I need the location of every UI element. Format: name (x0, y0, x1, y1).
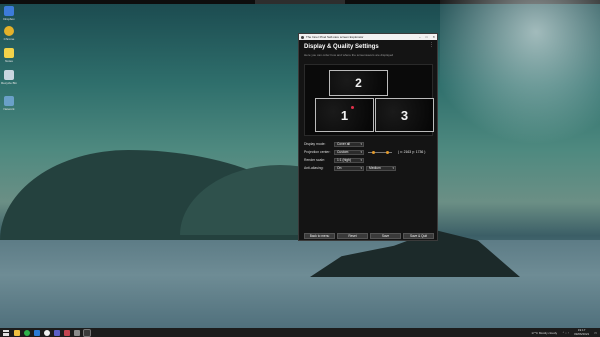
render-scale-select[interactable]: 1:1 (high) ▾ (334, 157, 364, 163)
wallpaper-sky (440, 0, 600, 160)
chrome-icon (4, 26, 14, 36)
close-icon[interactable]: ✕ (432, 35, 435, 39)
desktop-icon-label: Chrome (3, 37, 15, 41)
projection-center-label: Projection center: (304, 150, 331, 154)
settings-window: The Inner Pixel Self-care screen Explora… (298, 33, 438, 241)
projection-center-select[interactable]: Custom ▾ (334, 149, 364, 155)
anti-aliasing-quality-select[interactable]: Medium ▾ (366, 165, 396, 171)
file-explorer-icon[interactable] (14, 329, 20, 336)
screensaver-app-icon[interactable] (83, 328, 91, 337)
projection-center-value: Custom (337, 150, 349, 154)
window-titlebar[interactable]: The Inner Pixel Self-care screen Explora… (299, 34, 437, 40)
chrome-icon[interactable] (44, 329, 50, 336)
monitor-3[interactable]: 3 (375, 98, 434, 132)
chevron-down-icon: ▾ (360, 158, 362, 162)
desktop-icon-notes[interactable]: Notes (2, 48, 16, 64)
chevron-down-icon: ▾ (360, 166, 362, 170)
display-mode-label: Display mode: (304, 142, 326, 146)
render-scale-label: Render scale: (304, 158, 325, 162)
anti-aliasing-label: Anti-aliasing: (304, 166, 324, 170)
desktop-icon-label: Notes (5, 59, 13, 63)
window-title: The Inner Pixel Self-care screen Explora… (306, 35, 364, 39)
display-mode-row: Display mode: Cover all ▾ (304, 141, 364, 147)
save-button[interactable]: Save (370, 233, 401, 239)
action-buttons: Back to menu Reset Save Save & Quit (304, 233, 434, 239)
teams-icon[interactable] (54, 329, 60, 336)
monitor-2[interactable]: 2 (329, 70, 388, 96)
anti-aliasing-quality-value: Medium (369, 166, 381, 170)
clock[interactable]: 19:17 09/06/2021 (574, 328, 590, 336)
monitor-layout-preview: 2 1 3 (304, 64, 434, 136)
back-to-menu-button[interactable]: Back to menu (304, 233, 335, 239)
monitor-number: 3 (400, 107, 409, 123)
desktop-icon-label: Dropbox (3, 17, 15, 21)
chevron-down-icon: ▾ (360, 142, 362, 146)
reset-button[interactable]: Reset (337, 233, 368, 239)
anti-aliasing-select[interactable]: On ▾ (334, 165, 364, 171)
desktop-icon-chrome[interactable]: Chrome (2, 26, 16, 42)
slider-thumb[interactable] (372, 150, 375, 154)
notes-icon (4, 48, 14, 58)
settings-subtitle: Here you can order how and where the scr… (304, 53, 394, 57)
start-button[interactable] (3, 329, 9, 336)
monitor-1[interactable]: 1 (315, 98, 374, 132)
anti-aliasing-value: On (337, 166, 342, 170)
vscode-icon[interactable] (34, 329, 40, 336)
more-options-icon[interactable]: ⋮ (429, 42, 434, 48)
taskbar: 17°C Mostly cloudy ⌃ ▫ ◔ 19:17 09/06/202… (0, 328, 600, 337)
maximize-icon[interactable]: □ (426, 35, 428, 39)
desktop-icon-label: Network (3, 107, 15, 111)
display-mode-value: Cover all (337, 142, 351, 146)
dropbox-icon (4, 6, 14, 16)
monitor-number: 1 (340, 107, 349, 123)
app-icon (301, 35, 304, 39)
chevron-down-icon: ▾ (392, 166, 394, 170)
desktop-icon-recycle-bin[interactable]: Recycle Bin (1, 70, 17, 86)
wallpaper-sea (0, 240, 600, 328)
recycle-bin-icon (4, 70, 14, 80)
save-and-quit-button[interactable]: Save & Quit (403, 233, 434, 239)
projection-center-slider[interactable] (368, 150, 392, 155)
settings-heading: Display & Quality Settings (304, 44, 379, 50)
desktop-icon-label: Recycle Bin (1, 81, 17, 85)
desktop-icon-network[interactable]: Network (2, 96, 16, 112)
projection-center-row: Projection center: Custom ▾ ( x: 2163 y:… (304, 149, 425, 155)
desktop-icon-dropbox[interactable]: Dropbox (2, 6, 16, 22)
chevron-down-icon: ▾ (360, 150, 362, 154)
display-mode-select[interactable]: Cover all ▾ (334, 141, 364, 147)
render-scale-row: Render scale: 1:1 (high) ▾ (304, 157, 364, 163)
minimize-icon[interactable]: – (419, 35, 421, 39)
system-tray: 17°C Mostly cloudy ⌃ ▫ ◔ 19:17 09/06/202… (531, 328, 600, 336)
render-scale-value: 1:1 (high) (337, 158, 351, 162)
projection-coordinates: ( x: 2163 y: 1736 ) (398, 150, 426, 154)
app-icon[interactable] (64, 329, 70, 336)
projection-center-marker[interactable] (351, 106, 354, 109)
terminal-icon[interactable] (74, 329, 80, 336)
tray-icons[interactable]: ⌃ ▫ ◔ (562, 331, 569, 335)
slider-thumb[interactable] (386, 150, 389, 154)
spotify-icon[interactable] (24, 329, 30, 336)
clock-date: 09/06/2021 (574, 331, 590, 336)
monitor-number: 2 (355, 76, 362, 90)
weather-widget[interactable]: 17°C Mostly cloudy (531, 331, 557, 335)
anti-aliasing-row: Anti-aliasing: On ▾ Medium ▾ (304, 165, 396, 171)
notifications-icon[interactable]: ▭ (594, 331, 597, 335)
network-icon (4, 96, 14, 106)
